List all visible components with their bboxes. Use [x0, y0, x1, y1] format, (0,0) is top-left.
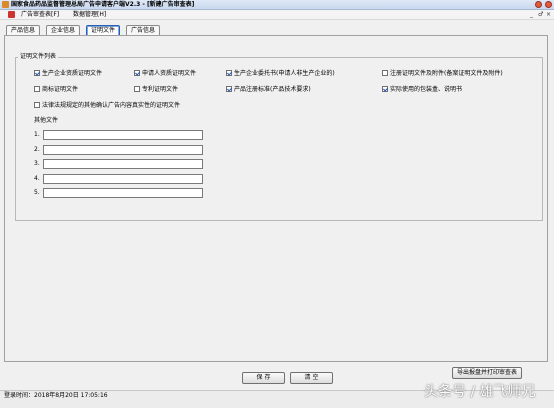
checkbox-manufacturer-qualification[interactable]: 生产企业资质证明文件	[34, 70, 102, 78]
document-icon	[8, 11, 15, 18]
other-file-input-5[interactable]	[43, 188, 203, 198]
checkbox-unchecked-icon[interactable]	[34, 86, 40, 92]
mdi-close-button[interactable]: ×	[546, 10, 551, 19]
other-file-input-1[interactable]	[43, 130, 203, 140]
clear-button[interactable]: 清 空	[290, 372, 333, 384]
checkbox-label: 专利证明文件	[142, 86, 179, 93]
checkbox-checked-icon[interactable]	[226, 86, 232, 92]
checkbox-unchecked-icon[interactable]	[34, 102, 40, 108]
other-file-input-4[interactable]	[43, 174, 203, 184]
checkbox-label: 注册证明文件及附件(备案证明文件及附件)	[390, 70, 503, 77]
other-file-number: 5.	[34, 189, 40, 196]
close-button[interactable]	[545, 1, 552, 8]
checkbox-patent[interactable]: 专利证明文件	[134, 86, 178, 94]
menu-ad-review-form[interactable]: 广告审查表[F]	[21, 10, 59, 19]
checkbox-unchecked-icon[interactable]	[134, 86, 140, 92]
checkbox-manufacturer-authorization[interactable]: 生产企业委托书(申请人非生产企业的)	[226, 70, 335, 78]
minimize-button[interactable]	[535, 1, 542, 8]
other-file-number: 3.	[34, 160, 40, 167]
checkbox-unchecked-icon[interactable]	[382, 70, 388, 76]
other-file-input-2[interactable]	[43, 145, 203, 155]
title-bar: 国家食品药品监督管理总局广告申请客户端V2.3 - [新建广告审查表]	[0, 0, 554, 10]
watermark: 头条号 / 雄飞师兄	[424, 384, 536, 400]
group-title: 证明文件列表	[18, 53, 59, 60]
save-button[interactable]: 保 存	[242, 372, 285, 384]
other-file-number: 1.	[34, 131, 40, 138]
other-file-input-3[interactable]	[43, 159, 203, 169]
other-file-number: 4.	[34, 175, 40, 182]
other-files-label: 其他文件	[34, 117, 59, 124]
checkbox-label: 商标证明文件	[42, 86, 79, 93]
mdi-restore-button[interactable]: ♂	[538, 10, 543, 19]
checkbox-checked-icon[interactable]	[134, 70, 140, 76]
checkbox-checked-icon[interactable]	[382, 86, 388, 92]
checkbox-label: 申请人资质证明文件	[142, 70, 197, 77]
checkbox-label: 法律法规规定的其他确认广告内容真实性的证明文件	[42, 102, 181, 109]
export-print-button[interactable]: 导出报盘并打印审查表	[452, 367, 522, 379]
checkbox-checked-icon[interactable]	[226, 70, 232, 76]
menu-bar: 广告审查表[F] 数据管理[H] _ ♂ ×	[0, 10, 554, 20]
checkbox-checked-icon[interactable]	[34, 70, 40, 76]
checkbox-applicant-qualification[interactable]: 申请人资质证明文件	[134, 70, 196, 78]
window-title: 国家食品药品监督管理总局广告申请客户端V2.3 - [新建广告审查表]	[11, 1, 195, 8]
checkbox-label: 产品注册标准(产品技术要求)	[234, 86, 311, 93]
checkbox-packaging-manual[interactable]: 实际使用的包装盒、说明书	[382, 86, 462, 94]
checkbox-trademark[interactable]: 商标证明文件	[34, 86, 78, 94]
checkbox-label: 生产企业委托书(申请人非生产企业的)	[234, 70, 335, 77]
login-time: 登录时间：2018年8月20日 17:05:16	[4, 392, 108, 399]
checkbox-label: 实际使用的包装盒、说明书	[390, 86, 463, 93]
checkbox-other-legal-proof[interactable]: 法律法规规定的其他确认广告内容真实性的证明文件	[34, 102, 180, 110]
checkbox-label: 生产企业资质证明文件	[42, 70, 103, 77]
mdi-minimize-button[interactable]: _	[530, 10, 533, 19]
other-file-number: 2.	[34, 146, 40, 153]
checkbox-product-standard[interactable]: 产品注册标准(产品技术要求)	[226, 86, 311, 94]
checkbox-registration-certificate[interactable]: 注册证明文件及附件(备案证明文件及附件)	[382, 70, 503, 78]
app-icon	[2, 1, 9, 8]
menu-data-management[interactable]: 数据管理[H]	[73, 10, 106, 19]
